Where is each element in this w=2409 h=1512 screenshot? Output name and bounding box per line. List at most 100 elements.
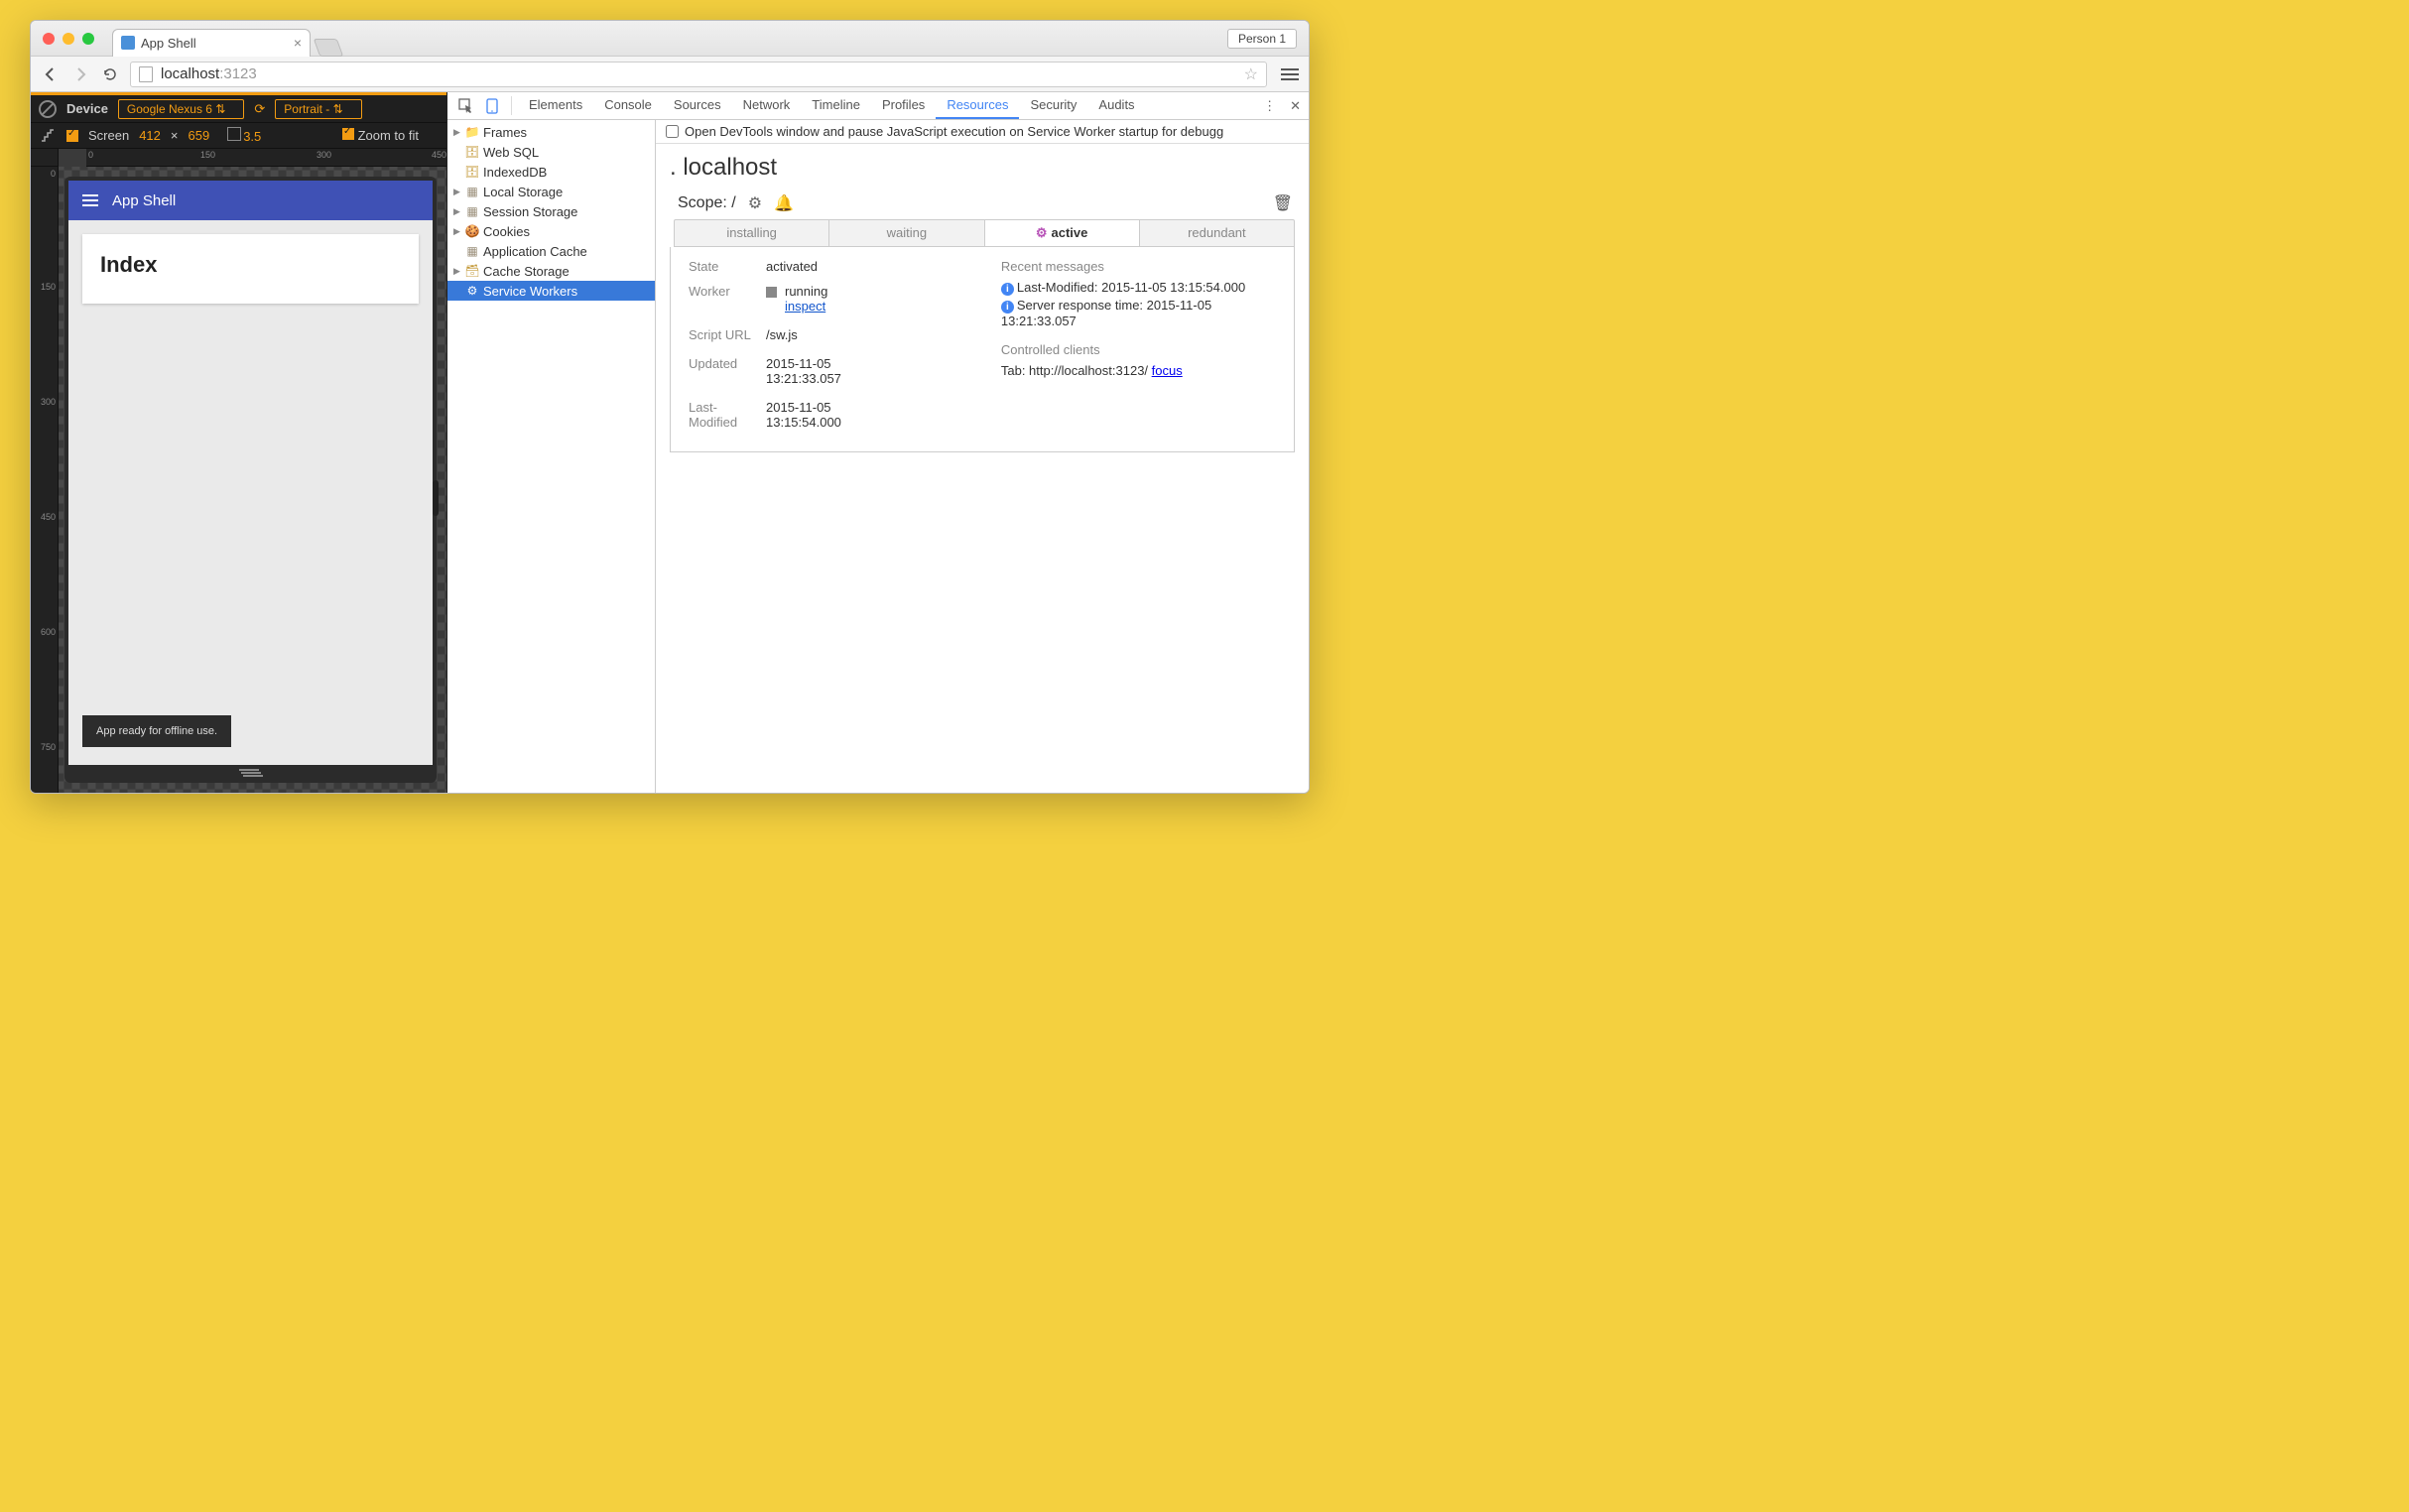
screen-checkbox[interactable] xyxy=(66,130,78,142)
device-viewport: 0 150 300 450 600 750 App Shell Index Ap… xyxy=(31,167,446,793)
address-bar[interactable]: localhost:3123 ☆ xyxy=(130,62,1267,87)
bell-icon[interactable]: 🔔 xyxy=(774,193,794,213)
devtools-tab-elements[interactable]: Elements xyxy=(518,92,593,119)
sw-status-tab-redundant[interactable]: redundant xyxy=(1140,220,1294,246)
favicon-icon xyxy=(121,36,135,50)
resource-tree-item[interactable]: ⚙Service Workers xyxy=(447,281,655,301)
service-workers-panel: Open DevTools window and pause JavaScrip… xyxy=(656,120,1309,793)
reload-button[interactable] xyxy=(100,64,120,84)
bookmark-star-icon[interactable]: ☆ xyxy=(1244,64,1258,84)
minimize-window-button[interactable] xyxy=(63,33,74,45)
state-value: activated xyxy=(766,259,971,274)
resource-tree-item[interactable]: 🗄Web SQL xyxy=(447,142,655,162)
trash-icon[interactable]: 🗑 xyxy=(1273,193,1293,213)
forward-button[interactable] xyxy=(70,64,90,84)
sw-details: Stateactivated Workerrunninginspect Scri… xyxy=(670,247,1295,452)
info-icon: i xyxy=(1001,283,1014,296)
controlled-clients-header: Controlled clients xyxy=(1001,342,1276,357)
browser-tab[interactable]: App Shell × xyxy=(112,29,311,57)
sw-scope-row: Scope: / ⚙ 🔔 🗑 xyxy=(656,188,1309,215)
stop-worker-icon[interactable] xyxy=(766,287,777,298)
devtools-close-icon[interactable]: ✕ xyxy=(1290,98,1301,114)
phone-frame: App Shell Index App ready for offline us… xyxy=(64,177,437,783)
no-throttle-icon[interactable] xyxy=(39,100,57,118)
devtools-tab-sources[interactable]: Sources xyxy=(663,92,732,119)
traffic-lights xyxy=(43,33,94,45)
nav-toolbar: localhost:3123 ☆ xyxy=(31,57,1309,92)
hamburger-icon[interactable] xyxy=(82,194,98,206)
resource-tree-item[interactable]: ▶📁Frames xyxy=(447,122,655,142)
devtools-tab-security[interactable]: Security xyxy=(1019,92,1087,119)
resource-tree-item[interactable]: ▶🗃Cache Storage xyxy=(447,261,655,281)
devtools-tabbar: ElementsConsoleSourcesNetworkTimelinePro… xyxy=(447,92,1309,120)
sw-status-tab-active[interactable]: ⚙active xyxy=(985,220,1140,246)
resource-tree-item[interactable]: ▶▦Session Storage xyxy=(447,201,655,221)
device-mode-toggle-icon[interactable] xyxy=(479,92,505,119)
tabstrip: App Shell × xyxy=(112,21,340,57)
dpr-value[interactable]: 3.5 xyxy=(243,129,261,144)
inspect-element-icon[interactable] xyxy=(453,92,479,119)
sw-origin-heading: . localhost xyxy=(656,144,1309,188)
page-icon xyxy=(139,66,153,82)
message-row: iLast-Modified: 2015-11-05 13:15:54.000 xyxy=(1001,280,1276,296)
devtools-tab-profiles[interactable]: Profiles xyxy=(871,92,936,119)
devtools-more-icon[interactable]: ⋮ xyxy=(1263,98,1276,114)
screen-width[interactable]: 412 xyxy=(139,128,161,143)
sw-debug-option: Open DevTools window and pause JavaScrip… xyxy=(656,120,1309,144)
profile-button[interactable]: Person 1 xyxy=(1227,29,1297,49)
back-button[interactable] xyxy=(41,64,61,84)
focus-link[interactable]: focus xyxy=(1152,363,1183,378)
orientation-select[interactable]: Portrait - ⇅ xyxy=(275,99,361,119)
titlebar: App Shell × Person 1 xyxy=(31,21,1309,57)
zoom-checkbox[interactable] xyxy=(342,128,354,140)
devtools-tab-network[interactable]: Network xyxy=(732,92,802,119)
screen-toolbar: Screen 412 × 659 3.5 Zoom to fit xyxy=(31,123,446,149)
sw-debug-label: Open DevTools window and pause JavaScrip… xyxy=(685,124,1223,139)
rotate-icon[interactable]: ⟳ xyxy=(254,101,265,117)
screen-label: Screen xyxy=(88,128,129,143)
screen-height[interactable]: 659 xyxy=(189,128,210,143)
state-label: State xyxy=(689,259,766,274)
resource-tree-item[interactable]: 🗄IndexedDB xyxy=(447,162,655,182)
resource-tree-item[interactable]: ▶▦Local Storage xyxy=(447,182,655,201)
inspect-link[interactable]: inspect xyxy=(785,299,825,314)
url-port: :3123 xyxy=(219,65,257,82)
content-card: Index xyxy=(82,234,419,304)
content-area: Device Google Nexus 6 ⇅ ⟳ Portrait - ⇅ S… xyxy=(31,92,1309,793)
close-tab-button[interactable]: × xyxy=(294,35,302,51)
recent-messages-header: Recent messages xyxy=(1001,259,1276,274)
url-host: localhost xyxy=(161,65,219,82)
screen-times: × xyxy=(171,128,179,143)
sw-scope-label: Scope: / xyxy=(678,194,736,212)
phone-screen[interactable]: App Shell Index App ready for offline us… xyxy=(68,181,433,765)
info-icon: i xyxy=(1001,301,1014,314)
browser-menu-button[interactable] xyxy=(1281,68,1299,80)
phone-side-button xyxy=(433,480,439,516)
sw-status-tab-installing[interactable]: installing xyxy=(675,220,829,246)
worker-label: Worker xyxy=(689,284,766,314)
resource-tree-item[interactable]: ▶🍪Cookies xyxy=(447,221,655,241)
device-toolbar: Device Google Nexus 6 ⇅ ⟳ Portrait - ⇅ xyxy=(31,95,446,123)
device-select[interactable]: Google Nexus 6 ⇅ xyxy=(118,99,244,119)
sw-status-tab-waiting[interactable]: waiting xyxy=(829,220,984,246)
devtools-tab-resources[interactable]: Resources xyxy=(936,92,1019,119)
dpr-icon xyxy=(227,127,241,141)
devtools-pane: ElementsConsoleSourcesNetworkTimelinePro… xyxy=(447,92,1309,793)
ruler-horizontal: 0 150 300 450 xyxy=(86,149,446,167)
sw-debug-checkbox[interactable] xyxy=(666,125,679,138)
updated-value: 2015-11-0513:21:33.057 xyxy=(766,356,971,386)
close-window-button[interactable] xyxy=(43,33,55,45)
message-row: iServer response time: 2015-11-05 13:21:… xyxy=(1001,298,1276,328)
devtools-tab-timeline[interactable]: Timeline xyxy=(801,92,871,119)
resource-tree-item[interactable]: ▦Application Cache xyxy=(447,241,655,261)
devtools-tab-console[interactable]: Console xyxy=(593,92,663,119)
zoom-label: Zoom to fit xyxy=(358,128,419,143)
sw-status-tabs: installingwaiting⚙activeredundant xyxy=(674,219,1295,247)
gear-icon[interactable]: ⚙ xyxy=(748,193,762,213)
lastmod-label: Last-Modified xyxy=(689,400,766,430)
new-tab-button[interactable] xyxy=(314,39,344,57)
browser-window: App Shell × Person 1 localhost:3123 ☆ xyxy=(30,20,1310,794)
maximize-window-button[interactable] xyxy=(82,33,94,45)
offline-toast: App ready for offline use. xyxy=(82,715,231,747)
devtools-tab-audits[interactable]: Audits xyxy=(1087,92,1145,119)
